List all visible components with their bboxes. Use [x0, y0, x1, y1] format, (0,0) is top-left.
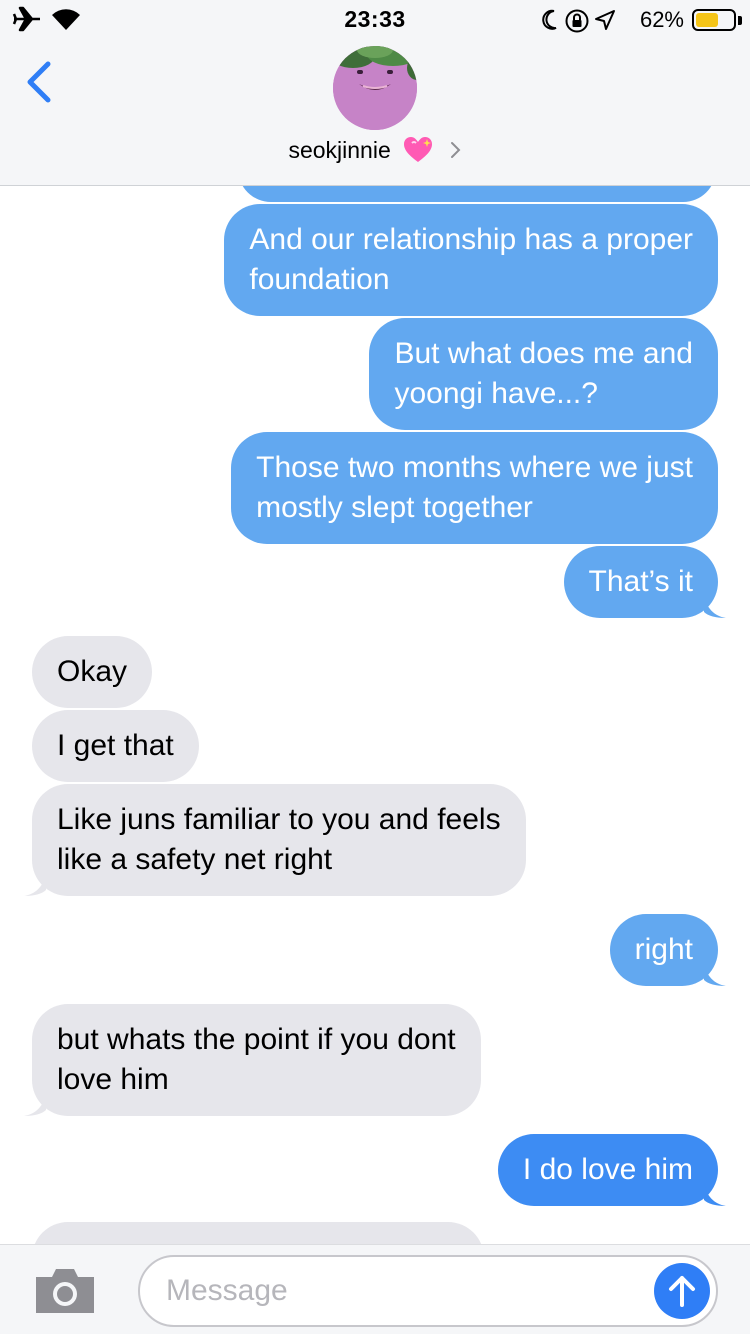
message-text-line: Okay — [57, 655, 128, 688]
avatar-image — [333, 46, 417, 130]
message-text-line: But what does me and — [394, 337, 693, 370]
chevron-right-icon — [450, 138, 462, 165]
camera-button[interactable] — [32, 1265, 98, 1317]
send-arrow-icon — [669, 1276, 695, 1307]
bubble-tail — [704, 594, 726, 618]
message-text-line: mostly slept together — [256, 491, 533, 524]
message-text-line: foundation — [249, 263, 390, 296]
message-field[interactable] — [138, 1255, 718, 1327]
message-bubble-sent[interactable]: And our relationship has a proper founda… — [224, 204, 718, 316]
bubble-tail — [24, 1092, 46, 1116]
status-time: 23:33 — [344, 6, 406, 32]
bubble-tail — [24, 872, 46, 896]
bubble-tail — [704, 962, 726, 986]
message-text-line: right — [634, 933, 693, 966]
message-text-line: And our relationship has a proper — [249, 223, 693, 256]
contact-name: seokjinnie — [288, 137, 391, 163]
compose-bar — [0, 1244, 750, 1334]
back-chevron-icon — [27, 61, 51, 103]
message-bubble-sent[interactable]: right — [609, 914, 726, 986]
message-text-line: That’s it — [588, 565, 694, 598]
battery-level — [696, 13, 719, 27]
message-text-line: like a safety net right — [57, 843, 333, 876]
message-text-line: but whats the point if you dont — [57, 1023, 456, 1056]
message-text-line: Like juns familiar to you and feels — [57, 803, 501, 836]
moon-icon — [540, 9, 558, 36]
rotation-lock-icon — [564, 8, 590, 39]
message-bubble-received[interactable]: but whats the point if you dont love him — [24, 1004, 481, 1116]
sparkling-heart-icon — [403, 136, 433, 170]
battery-percent: 62% — [639, 7, 684, 32]
back-button[interactable] — [18, 54, 62, 110]
message-bubble-sent[interactable]: But what does me and yoongi have...? — [369, 318, 718, 430]
message-bubble-sent[interactable]: That’s it — [563, 546, 726, 618]
message-bubble-partial[interactable] — [32, 1222, 484, 1244]
message-input[interactable] — [166, 1269, 646, 1313]
avatar[interactable] — [333, 46, 417, 130]
message-bubble-received[interactable]: I get that — [32, 710, 199, 782]
bubble-tail — [704, 1182, 726, 1206]
message-bubble-partial[interactable] — [238, 186, 716, 202]
location-arrow-icon — [594, 9, 616, 36]
battery-nub — [738, 16, 742, 25]
contact-info-button[interactable]: seokjinnie — [0, 136, 750, 170]
message-bubble-sent[interactable]: Those two months where we just mostly sl… — [231, 432, 718, 544]
message-text-line: I do love him — [522, 1153, 693, 1186]
message-bubble-sent[interactable]: I do love him — [497, 1134, 726, 1206]
status-bar: 23:33 62% — [0, 0, 750, 40]
camera-icon — [36, 1269, 94, 1313]
message-list[interactable]: And our relationship has a proper founda… — [0, 186, 750, 1244]
message-bubble-received[interactable]: Okay — [32, 636, 153, 708]
message-text-line: Those two months where we just — [256, 451, 693, 484]
message-text-line: love him — [57, 1063, 169, 1096]
message-bubble-received[interactable]: Like juns familiar to you and feels like… — [24, 784, 526, 896]
battery-icon — [692, 9, 736, 31]
send-button[interactable] — [654, 1263, 710, 1319]
message-text-line: I get that — [57, 729, 174, 762]
message-text-line: yoongi have...? — [394, 377, 598, 410]
